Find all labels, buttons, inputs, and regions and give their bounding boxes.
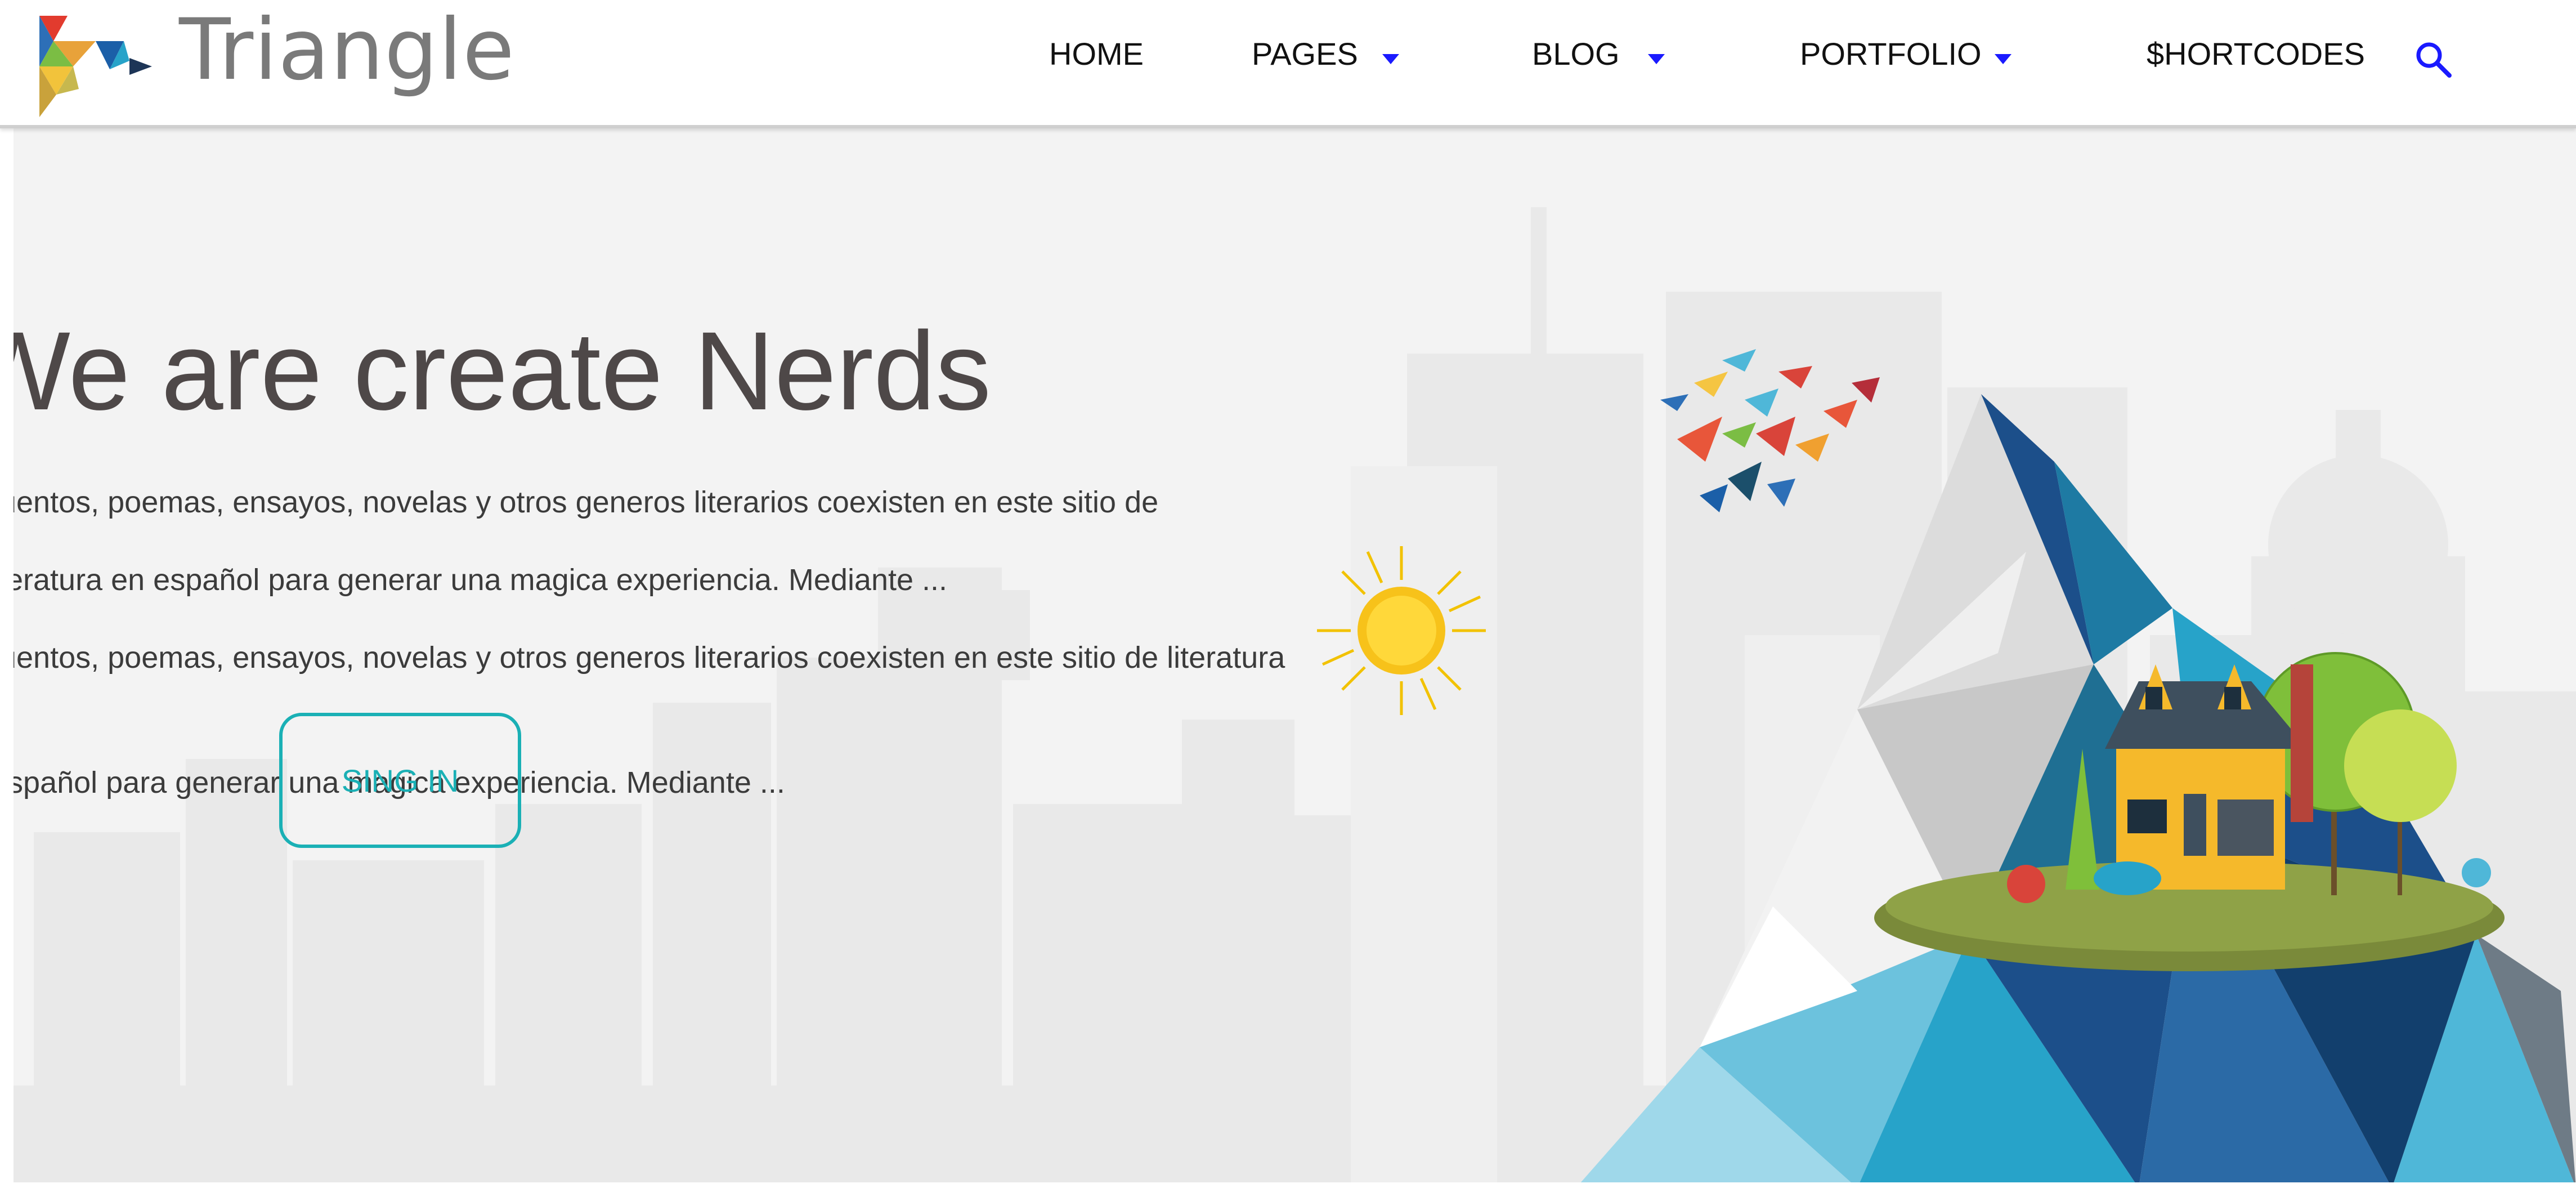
hero-headline: We are create Nerds <box>0 309 992 433</box>
search-icon[interactable] <box>2414 41 2453 79</box>
nav-pages[interactable]: PAGES <box>1252 38 1358 70</box>
triangle-logo[interactable] <box>34 16 152 117</box>
brand-name[interactable]: Triangle <box>179 8 515 92</box>
chevron-down-icon[interactable] <box>1648 54 1665 64</box>
sign-in-button[interactable]: SING IN <box>279 713 521 848</box>
nav-home[interactable]: HOME <box>1049 38 1144 70</box>
hero-paragraph-line: Cuentos, poemas, ensayos, novelas y otro… <box>0 641 1285 675</box>
nav-shortcodes[interactable]: $HORTCODES <box>2147 38 2365 70</box>
nav-blog[interactable]: BLOG <box>1532 38 1620 70</box>
hero-paragraph-line: Cuentos, poemas, ensayos, novelas y otro… <box>0 485 1159 519</box>
chevron-down-icon[interactable] <box>1995 54 2011 64</box>
mountain-house-illustration <box>1576 394 2576 1188</box>
left-edge-strip <box>0 128 14 1188</box>
bottom-divider <box>0 1182 2576 1188</box>
hero-paragraph-line: literatura en español para generar una m… <box>0 563 948 597</box>
nav-portfolio[interactable]: PORTFOLIO <box>1800 38 1982 70</box>
chevron-down-icon[interactable] <box>1382 54 1399 64</box>
top-navbar: Triangle HOME PAGES BLOG PORTFOLIO $HORT… <box>0 0 2576 128</box>
